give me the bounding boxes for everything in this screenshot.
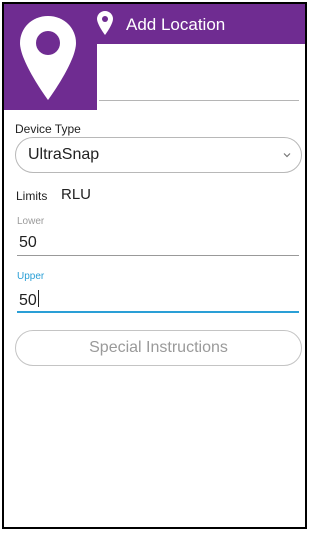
lower-label: Lower: [17, 216, 45, 227]
special-instructions-button[interactable]: Special Instructions: [15, 330, 302, 366]
lower-limit-value: 50: [19, 234, 37, 251]
upper-limit-value: 50: [19, 292, 37, 309]
device-type-value: UltraSnap: [28, 146, 100, 163]
location-name-field[interactable]: [99, 100, 299, 101]
lower-limit-input[interactable]: 50: [17, 230, 299, 256]
limits-unit: RLU: [61, 186, 92, 203]
upper-limit-input[interactable]: 50: [17, 285, 299, 313]
upper-label: Upper: [17, 271, 45, 282]
chevron-down-icon: [283, 153, 291, 158]
text-cursor: [37, 290, 39, 307]
limits-label: Limits: [16, 189, 48, 203]
map-pin-icon: [20, 16, 76, 100]
page-title: Add Location: [126, 15, 226, 34]
app-window: Add Location Device Type UltraSnap Limit…: [2, 2, 307, 529]
map-pin-icon: [97, 11, 113, 35]
logo: [4, 4, 97, 110]
device-type-label: Device Type: [15, 122, 81, 136]
device-type-select[interactable]: UltraSnap: [15, 137, 302, 173]
